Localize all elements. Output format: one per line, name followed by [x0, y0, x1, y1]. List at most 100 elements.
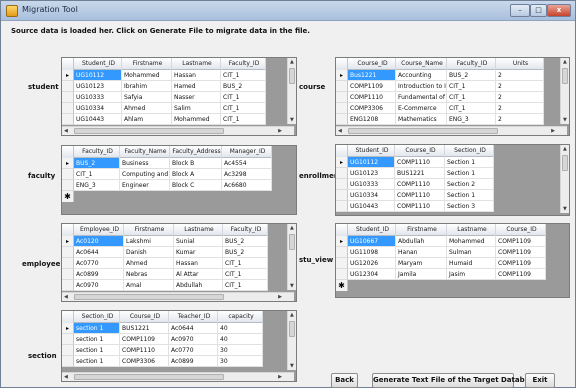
table-row[interactable]: ▸ BUS_2 Business Block B Ac4554	[62, 158, 272, 169]
table-row[interactable]: COMP1110Fundamental of ...CIT_12	[336, 92, 544, 103]
table-cell[interactable]: CIT_1	[221, 114, 266, 125]
table-cell[interactable]: Maryam	[396, 258, 447, 269]
scroll-thumb[interactable]	[74, 294, 224, 300]
table-row[interactable]: UG11098 Hanan Sulman COMP1109	[336, 247, 546, 258]
scroll-thumb[interactable]	[74, 374, 224, 380]
table-cell[interactable]: Ac0644	[74, 247, 124, 258]
table-cell[interactable]: UG10443	[74, 114, 122, 125]
table-cell[interactable]: Section 2	[445, 179, 494, 190]
faculty-grid[interactable]: Faculty_ID Faculty_Name Faculty_Address Man…	[61, 145, 297, 215]
row-header[interactable]	[62, 345, 74, 356]
scroll-down-arrow[interactable]: ▼	[563, 206, 567, 212]
table-cell[interactable]: UG10123	[74, 81, 122, 92]
scroll-right-arrow[interactable]: ▶	[278, 128, 282, 134]
column-header[interactable]: Student_ID	[348, 224, 396, 236]
table-cell[interactable]: 2	[496, 92, 544, 103]
table-row[interactable]: ▸ Bus1221 Accounting BUS_2 2	[336, 70, 544, 81]
course-grid[interactable]: Course_ID Course_Name Faculty_ID Units ▸ Bus1…	[335, 57, 570, 136]
exit-button[interactable]: Exit	[525, 373, 555, 388]
scroll-up-arrow[interactable]: ▲	[290, 225, 294, 231]
table-row[interactable]: ▸ UG10112 Mohammed Hassan CIT_1	[62, 70, 266, 81]
table-cell[interactable]: Introduction to I...	[396, 81, 447, 92]
table-cell[interactable]: 2	[496, 81, 544, 92]
table-cell[interactable]: BUS_2	[223, 236, 268, 247]
stu-view-grid[interactable]: Student_ID Firstname Lastname Course_ID ▸ UG1…	[335, 223, 570, 298]
table-cell[interactable]: Ac0644	[169, 323, 218, 334]
vertical-scrollbar[interactable]: ▲ ▼	[287, 311, 296, 370]
column-header[interactable]: Course_ID	[496, 224, 546, 236]
table-cell[interactable]: COMP3306	[348, 103, 396, 114]
close-button[interactable]: x	[547, 4, 571, 17]
table-cell[interactable]: COMP1109	[496, 258, 546, 269]
row-header[interactable]	[336, 179, 348, 190]
column-header[interactable]: Student_ID	[74, 58, 122, 70]
column-header[interactable]: Course_Name	[396, 58, 447, 70]
table-cell[interactable]: UG10333	[348, 179, 395, 190]
row-header[interactable]	[336, 190, 348, 201]
horizontal-scrollbar[interactable]: ◀ ▶	[62, 292, 294, 301]
row-header[interactable]: ▸	[336, 70, 348, 81]
column-header[interactable]: Faculty_Address	[170, 146, 222, 158]
table-cell[interactable]: Abdullah	[174, 280, 223, 291]
table-cell[interactable]: UG10334	[74, 103, 122, 114]
row-header[interactable]	[336, 92, 348, 103]
table-cell[interactable]: Ac0970	[74, 280, 124, 291]
table-cell[interactable]: COMP1109	[496, 247, 546, 258]
row-header[interactable]	[336, 168, 348, 179]
table-cell[interactable]: Safyia	[122, 92, 172, 103]
column-header[interactable]: Manager_ID	[222, 146, 272, 158]
table-cell[interactable]: CIT_1	[221, 92, 266, 103]
table-cell[interactable]: Ahmed	[124, 258, 174, 269]
column-header[interactable]: Faculty_ID	[221, 58, 266, 70]
table-cell[interactable]: Abdullah	[396, 236, 447, 247]
row-header[interactable]	[62, 103, 74, 114]
table-cell[interactable]: Ac4554	[222, 158, 272, 169]
table-cell[interactable]: Hanan	[396, 247, 447, 258]
table-cell[interactable]: COMP1109	[348, 81, 396, 92]
table-cell[interactable]: Section 3	[445, 201, 494, 212]
table-cell[interactable]: UG12026	[348, 258, 396, 269]
table-cell[interactable]: Ac3298	[222, 169, 272, 180]
table-row[interactable]: UG10334 COMP1110 Section 1	[336, 190, 494, 201]
table-cell[interactable]: 30	[218, 356, 263, 367]
table-cell[interactable]: COMP1110	[120, 345, 169, 356]
table-row[interactable]: ENG_3 Engineer Block C Ac6680	[62, 180, 272, 191]
table-cell[interactable]: Amal	[124, 280, 174, 291]
table-cell[interactable]: COMP1110	[395, 190, 445, 201]
row-header[interactable]	[62, 81, 74, 92]
maximize-button[interactable]: □	[530, 4, 547, 17]
row-header[interactable]: ▸	[62, 158, 74, 169]
table-cell[interactable]: Computing and I...	[120, 169, 170, 180]
table-row[interactable]: ▸ UG10667 Abdullah Mohammed COMP1109	[336, 236, 546, 247]
column-header[interactable]: Teacher_ID	[169, 311, 218, 323]
scroll-thumb[interactable]	[348, 128, 498, 134]
table-cell[interactable]: section 1	[74, 323, 120, 334]
table-row[interactable]: ▸ UG10112 COMP1110 Section 1	[336, 157, 494, 168]
table-cell[interactable]: Bus1221	[348, 70, 396, 81]
table-row[interactable]: ▸ section 1 BUS1221 Ac0644 40	[62, 323, 263, 334]
table-cell[interactable]: COMP3306	[120, 356, 169, 367]
column-header[interactable]: Section_ID	[445, 145, 494, 157]
table-row[interactable]: Ac0644 Danish Kumar BUS_2	[62, 247, 268, 258]
column-header[interactable]: Firstname	[396, 224, 447, 236]
vertical-scrollbar[interactable]: ▲ ▼	[560, 145, 569, 213]
scroll-thumb[interactable]	[562, 68, 568, 84]
table-cell[interactable]: BUS_2	[221, 81, 266, 92]
row-header[interactable]: ▸	[336, 157, 348, 168]
table-cell[interactable]: Ac0770	[74, 258, 124, 269]
table-cell[interactable]: E-Commerce	[396, 103, 447, 114]
table-cell[interactable]: COMP1110	[348, 92, 396, 103]
table-cell[interactable]: 2	[496, 114, 544, 125]
table-cell[interactable]: Ac0899	[74, 269, 124, 280]
scroll-up-arrow[interactable]: ▲	[563, 146, 567, 152]
column-header[interactable]: Course_ID	[348, 58, 396, 70]
table-row[interactable]: UG10333 COMP1110 Section 2	[336, 179, 494, 190]
row-header[interactable]	[62, 247, 74, 258]
vertical-scrollbar[interactable]: ▲ ▼	[560, 58, 569, 124]
table-row[interactable]: Ac0899 Nebras Al Attar CIT_1	[62, 269, 268, 280]
row-header[interactable]: ▸	[62, 323, 74, 334]
table-cell[interactable]: CIT_1	[447, 81, 496, 92]
row-header[interactable]	[62, 92, 74, 103]
scroll-thumb[interactable]	[74, 128, 224, 134]
table-cell[interactable]: UG10112	[348, 157, 395, 168]
